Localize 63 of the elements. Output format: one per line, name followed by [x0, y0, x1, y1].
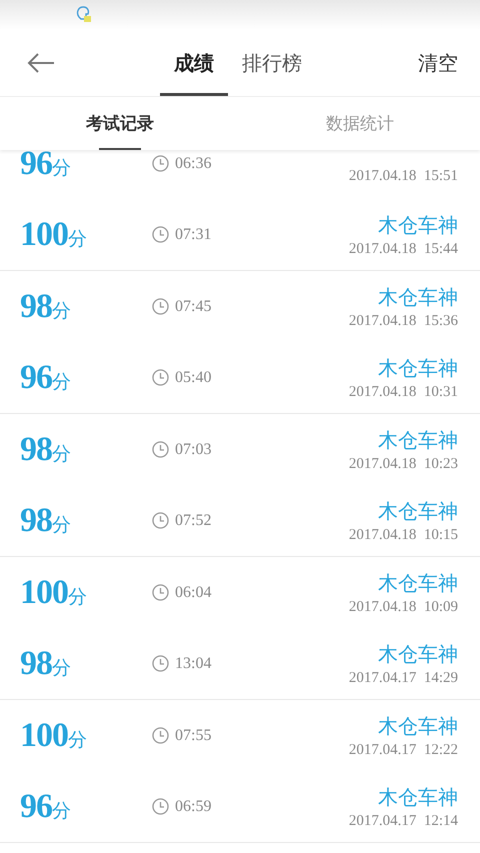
score-unit: 分 [68, 584, 87, 610]
subtab[interactable]: 考试记录 [0, 97, 240, 150]
score-unit: 分 [52, 442, 71, 467]
duration: 13:04 [175, 654, 212, 673]
duration: 07:55 [175, 726, 212, 745]
date-time: 2017.04.18 15:44 [348, 240, 458, 258]
score: 98 [20, 502, 52, 540]
user-name: 木仓车神 [378, 426, 458, 454]
clock-icon [152, 441, 169, 458]
date-time: 2017.04.17 12:22 [348, 742, 458, 759]
score-unit: 分 [68, 728, 87, 753]
score-unit: 分 [52, 298, 71, 324]
user-name: 木仓车神 [378, 570, 458, 597]
score: 100 [20, 574, 68, 612]
duration: 06:04 [175, 584, 212, 602]
user-name: 木仓车神 [378, 640, 458, 668]
clock-icon [152, 512, 169, 530]
clear-button[interactable]: 清空 [418, 50, 458, 76]
clock-icon [152, 584, 169, 602]
date-time: 2017.04.17 12:14 [348, 812, 458, 830]
score: 96 [20, 150, 52, 183]
user-name: 木仓车神 [378, 354, 458, 382]
score-unit: 分 [52, 512, 71, 538]
score: 98 [20, 288, 52, 326]
duration: 07:52 [175, 512, 212, 530]
clock-icon [152, 727, 169, 744]
clock-icon [152, 655, 169, 672]
score: 100 [20, 716, 68, 755]
score-unit: 分 [68, 226, 87, 252]
user-name: 木仓车神 [378, 212, 458, 239]
score: 96 [20, 788, 52, 826]
score-unit: 分 [52, 370, 71, 395]
score-unit: 分 [52, 798, 71, 824]
date-time: 2017.04.18 15:51 [348, 168, 458, 186]
score-unit: 分 [52, 156, 71, 181]
tab[interactable]: 排行榜 [228, 30, 316, 96]
date-time: 2017.04.18 10:15 [348, 526, 458, 544]
duration: 07:45 [175, 298, 212, 316]
user-name: 木仓车神 [378, 712, 458, 740]
duration: 07:03 [175, 440, 212, 459]
score: 98 [20, 644, 52, 683]
clock-icon [152, 798, 169, 816]
user-name: 木仓车神 [378, 284, 458, 311]
user-name: 木仓车神 [378, 498, 458, 525]
date-time: 2017.04.17 14:29 [348, 670, 458, 687]
clock-icon [152, 298, 169, 316]
duration: 06:36 [175, 154, 212, 173]
duration: 05:40 [175, 368, 212, 387]
clock-icon [152, 155, 169, 172]
score: 96 [20, 358, 52, 397]
notification-icon [76, 5, 92, 25]
date-time: 2017.04.18 15:36 [348, 312, 458, 330]
score: 98 [20, 430, 52, 469]
clock-icon [152, 226, 169, 244]
date-time: 2017.04.18 10:31 [348, 384, 458, 401]
date-time: 2017.04.18 10:23 [348, 456, 458, 473]
date-time: 2017.04.18 10:09 [348, 598, 458, 616]
duration: 07:31 [175, 226, 212, 244]
duration: 06:59 [175, 798, 212, 816]
user-name: 木仓车神 [378, 784, 458, 811]
score: 100 [20, 216, 68, 254]
score-unit: 分 [52, 656, 71, 681]
clock-icon [152, 369, 169, 386]
